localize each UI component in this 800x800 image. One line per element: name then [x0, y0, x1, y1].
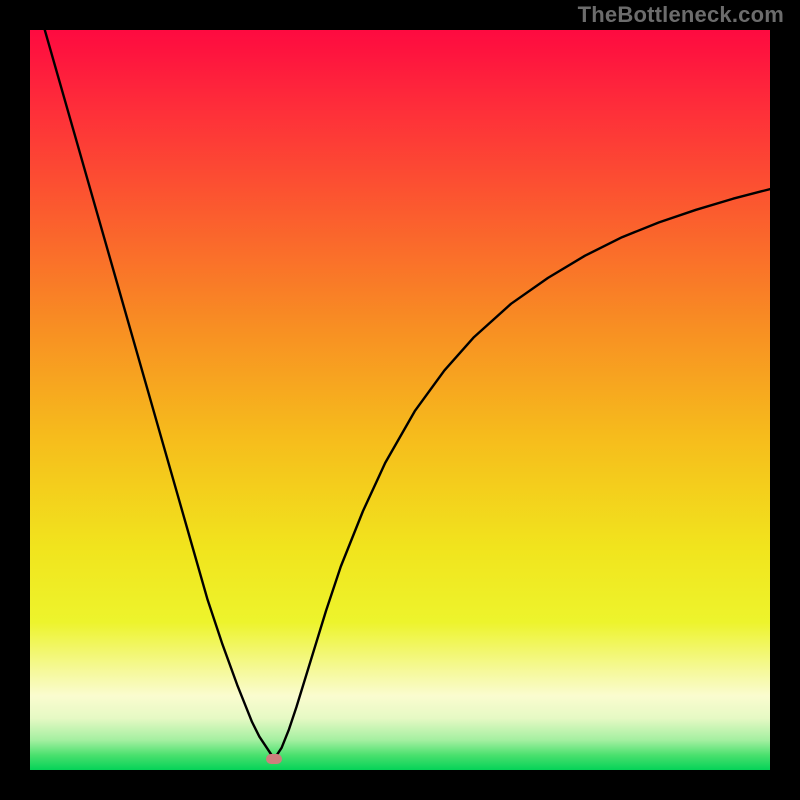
watermark: TheBottleneck.com: [578, 2, 784, 28]
min-marker: [266, 754, 282, 764]
chart-frame: TheBottleneck.com: [0, 0, 800, 800]
bottleneck-curve: [30, 30, 770, 770]
plot-area: [30, 30, 770, 770]
